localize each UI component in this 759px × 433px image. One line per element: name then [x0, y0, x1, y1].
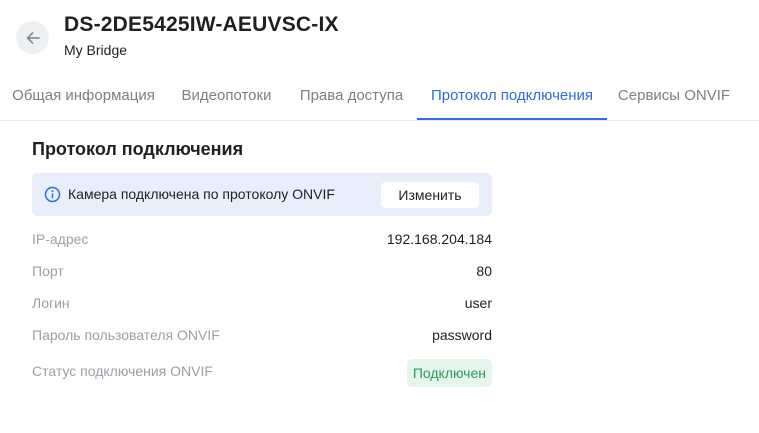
- tab-bar: Общая информация Видеопотоки Права досту…: [0, 72, 759, 121]
- field-value: user: [464, 295, 492, 311]
- field-value: password: [432, 327, 492, 343]
- tab-general-info[interactable]: Общая информация: [0, 72, 167, 119]
- field-row-status: Статус подключения ONVIF Подключен: [32, 359, 492, 387]
- arrow-left-icon: [26, 31, 40, 44]
- device-title: DS-2DE5425IW-AEUVSC-IX: [64, 13, 339, 36]
- status-badge: Подключен: [406, 359, 492, 387]
- field-label: Логин: [32, 295, 70, 311]
- field-row-port: Порт 80: [32, 260, 492, 284]
- field-label: Статус подключения ONVIF: [32, 363, 213, 379]
- field-value: 192.168.204.184: [386, 231, 492, 247]
- tab-connection-protocol[interactable]: Протокол подключения: [417, 72, 607, 120]
- info-circle-icon: [44, 186, 61, 203]
- field-row-password: Пароль пользователя ONVIF password: [32, 324, 492, 348]
- change-button[interactable]: Изменить: [381, 182, 479, 208]
- back-button[interactable]: [16, 21, 49, 54]
- tab-access-rights[interactable]: Права доступа: [286, 72, 417, 119]
- field-row-login: Логин user: [32, 292, 492, 316]
- section-title: Протокол подключения: [32, 139, 244, 159]
- info-text: Камера подключена по протоколу ONVIF: [68, 186, 335, 202]
- device-page: DS-2DE5425IW-AEUVSC-IX My Bridge Общая и…: [0, 0, 759, 433]
- field-row-ip: IP-адрес 192.168.204.184: [32, 228, 492, 252]
- field-value: 80: [476, 263, 492, 279]
- field-label: IP-адрес: [32, 231, 89, 247]
- tab-onvif-services[interactable]: Сервисы ONVIF: [607, 72, 741, 119]
- tab-video-streams[interactable]: Видеопотоки: [167, 72, 286, 119]
- field-label: Пароль пользователя ONVIF: [32, 327, 220, 343]
- field-label: Порт: [32, 263, 64, 279]
- info-banner: Камера подключена по протоколу ONVIF Изм…: [32, 173, 492, 216]
- device-subtitle: My Bridge: [64, 42, 128, 58]
